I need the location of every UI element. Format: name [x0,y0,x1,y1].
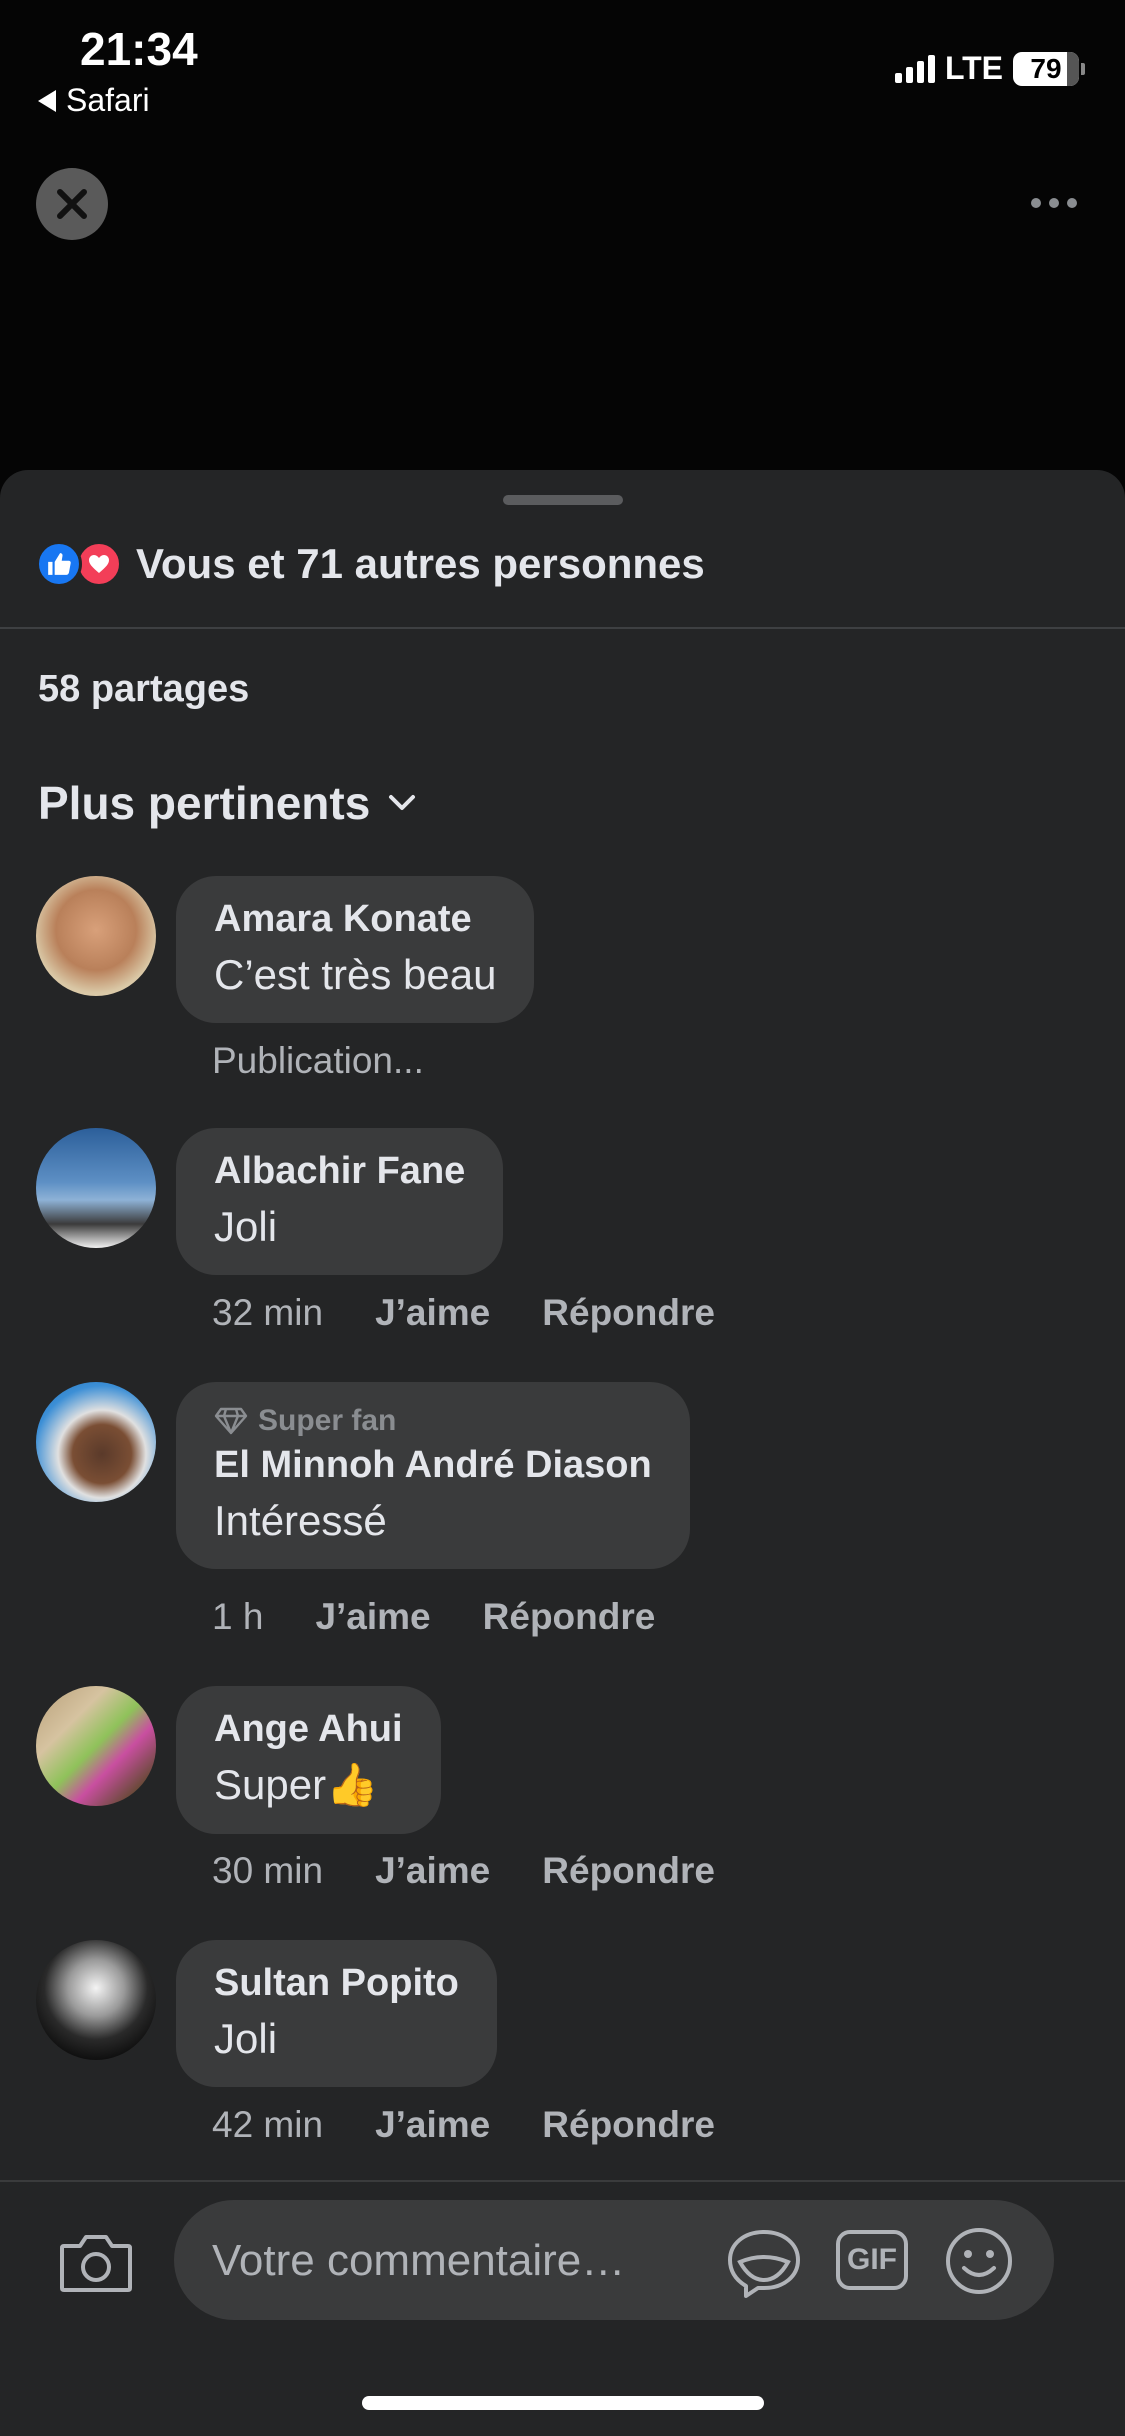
comment-author[interactable]: Ange Ahui [214,1708,403,1751]
comment-bubble[interactable]: Albachir Fane Joli [176,1128,504,1275]
back-app-label: Safari [66,82,150,118]
status-indicators: LTE 79 [894,50,1085,87]
gif-button[interactable]: GIF [836,2230,908,2290]
sheet-drag-handle[interactable] [503,495,623,505]
love-icon [76,541,122,587]
comment-text: Joli [214,2015,278,2062]
reactions-text: Vous et 71 autres personnes [136,540,705,587]
comment-meta: 30 min J’aime Répondre [212,1850,715,1892]
comment-author[interactable]: Albachir Fane [214,1150,465,1193]
comment-time[interactable]: 32 min [212,1292,323,1334]
shares-count[interactable]: 58 partages [38,668,249,711]
divider [0,627,1125,629]
comment-meta: 42 min J’aime Répondre [212,2104,715,2146]
comment-input[interactable]: Votre commentaire… GIF [174,2200,1054,2320]
close-icon [57,189,87,219]
comment-time[interactable]: 1 h [212,1596,263,1638]
camera-icon[interactable] [58,2232,134,2299]
comment-text: Intéressé [214,1497,387,1544]
comment-time[interactable]: 30 min [212,1850,323,1892]
home-indicator[interactable] [362,2396,764,2410]
more-options-icon[interactable] [1031,198,1077,208]
battery-level: 79 [1030,52,1062,84]
battery-icon: 79 [1013,51,1085,86]
comment-bubble[interactable]: Amara Konate C’est très beau [176,876,535,1023]
like-comment-button[interactable]: J’aime [315,1596,430,1638]
comment-author[interactable]: El Minnoh André Diason [214,1444,652,1487]
sticker-icon[interactable] [726,2228,802,2300]
comment-meta: Publication... [212,1040,424,1082]
gif-label: GIF [847,2243,897,2276]
comment-posting-status: Publication... [212,1040,424,1081]
network-label: LTE [944,50,1003,86]
reply-button[interactable]: Répondre [542,1292,715,1334]
comment-placeholder: Votre commentaire… [212,2236,626,2285]
avatar[interactable] [36,1128,156,1248]
diamond-icon [214,1407,248,1435]
avatar[interactable] [36,876,156,996]
comment-meta: 32 min J’aime Répondre [212,1292,715,1334]
like-comment-button[interactable]: J’aime [375,1292,490,1334]
comment-meta: 1 h J’aime Répondre [212,1596,655,1638]
comment-text: C’est très beau [214,951,497,998]
emoji-icon[interactable] [944,2226,1014,2296]
sort-dropdown[interactable]: Plus pertinents [38,776,416,830]
comment-bubble[interactable]: Ange Ahui Super👍 [176,1686,441,1834]
reply-button[interactable]: Répondre [483,1596,656,1638]
sort-label: Plus pertinents [38,777,371,829]
comment-bubble[interactable]: Sultan Popito Joli [176,1940,497,2087]
comment-bubble[interactable]: Super fan El Minnoh André Diason Intéres… [176,1382,690,1569]
like-icon [36,541,82,587]
chevron-down-icon [389,795,416,810]
reply-button[interactable]: Répondre [542,2104,715,2146]
reply-button[interactable]: Répondre [542,1850,715,1892]
like-comment-button[interactable]: J’aime [375,2104,490,2146]
comment-author[interactable]: Amara Konate [214,898,496,941]
super-fan-badge: Super fan [214,1404,652,1438]
comment-author[interactable]: Sultan Popito [214,1962,459,2005]
back-arrow-icon [38,89,56,112]
avatar[interactable] [36,1382,156,1502]
like-comment-button[interactable]: J’aime [375,1850,490,1892]
reactions-summary[interactable]: Vous et 71 autres personnes [36,540,705,588]
badge-label: Super fan [258,1404,397,1437]
signal-icon [894,54,935,83]
status-time: 21:34 [80,23,198,75]
comment-text: Super👍 [214,1761,379,1808]
comment-time[interactable]: 42 min [212,2104,323,2146]
back-to-safari[interactable]: Safari [38,82,150,119]
close-button[interactable] [36,168,108,240]
avatar[interactable] [36,1686,156,1806]
comment-text: Joli [214,1203,278,1250]
avatar[interactable] [36,1940,156,2060]
